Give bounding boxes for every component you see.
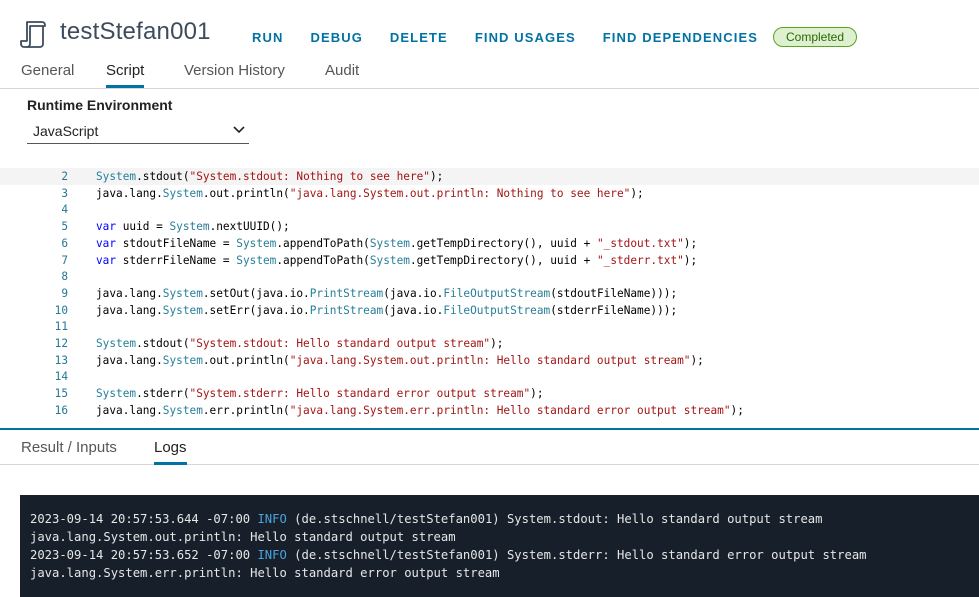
runtime-environment-select[interactable]: JavaScript	[27, 121, 249, 144]
code-text: var stderrFileName = System.appendToPath…	[96, 253, 698, 267]
tab-version-history[interactable]: Version History	[184, 62, 285, 85]
line-number: 13	[54, 353, 68, 367]
log-line: java.lang.System.err.println: Hello stan…	[30, 566, 500, 580]
line-number: 12	[54, 337, 68, 350]
tab-audit[interactable]: Audit	[325, 62, 359, 85]
code-text: java.lang.System.setErr(java.io.PrintStr…	[96, 303, 678, 317]
code-line: 3 java.lang.System.out.println("java.lang…	[0, 185, 979, 202]
code-text: java.lang.System.out.println("java.lang.…	[96, 186, 644, 200]
code-line: 2 System.stdout("System.stdout: Nothing t…	[0, 168, 979, 185]
code-line: 5 var uuid = System.nextUUID();	[0, 218, 979, 235]
code-line: 6 var stdoutFileName = System.appendToPat…	[0, 235, 979, 252]
code-line: 11	[0, 318, 979, 335]
code-line: 8	[0, 268, 979, 285]
line-number: 5	[61, 220, 68, 234]
log-line: java.lang.System.out.println: Hello stan…	[30, 530, 456, 544]
runtime-environment-label: Runtime Environment	[27, 97, 173, 113]
code-text: System.stderr("System.stderr: Hello stan…	[96, 387, 544, 401]
code-line: 4	[0, 201, 979, 218]
line-number: 8	[61, 270, 68, 284]
code-editor[interactable]: 2 System.stdout("System.stdout: Nothing t…	[0, 164, 979, 430]
line-number: 10	[54, 303, 68, 317]
tab-general[interactable]: General	[21, 62, 74, 85]
line-number: 16	[54, 403, 68, 417]
log-line: 2023-09-14 20:57:53.652 -07:00 INFO (de.…	[30, 548, 867, 562]
status-badge: Completed	[773, 27, 858, 47]
code-line: 15 System.stderr("System.stderr: Hello st…	[0, 385, 979, 402]
code-text: java.lang.System.err.println("java.lang.…	[96, 403, 744, 417]
line-number: 7	[61, 253, 68, 267]
code-text: java.lang.System.setOut(java.io.PrintStr…	[96, 286, 678, 300]
code-text: var uuid = System.nextUUID();	[96, 220, 290, 234]
code-text: java.lang.System.out.println("java.lang.…	[96, 353, 704, 367]
code-line: 10 java.lang.System.setErr(java.io.PrintS…	[0, 302, 979, 319]
delete-button[interactable]: DELETE	[390, 30, 448, 45]
code-text: System.stdout("System.stdout: Nothing to…	[96, 170, 444, 183]
debug-button[interactable]: DEBUG	[310, 30, 362, 45]
script-icon	[20, 21, 46, 48]
line-number: 2	[61, 170, 68, 183]
line-number: 11	[54, 320, 68, 334]
line-number: 3	[61, 186, 68, 200]
log-line: 2023-09-14 20:57:53.644 -07:00 INFO (de.…	[30, 512, 823, 526]
page-title: testStefan001	[60, 18, 211, 45]
code-line: 13 java.lang.System.out.println("java.lan…	[0, 352, 979, 369]
action-bar: RUN DEBUG DELETE FIND USAGES FIND DEPEND…	[252, 27, 858, 47]
main-tabs: General Script Version History Audit	[0, 57, 979, 89]
chevron-down-icon	[233, 126, 245, 134]
tab-logs[interactable]: Logs	[154, 439, 187, 465]
result-tabs: Result / Inputs Logs	[0, 430, 979, 465]
code-text: var stdoutFileName = System.appendToPath…	[96, 236, 698, 250]
tab-result-inputs[interactable]: Result / Inputs	[21, 439, 117, 462]
tab-script[interactable]: Script	[106, 62, 145, 88]
line-number: 15	[54, 387, 68, 401]
run-button[interactable]: RUN	[252, 30, 283, 45]
code-text: System.stdout("System.stdout: Hello stan…	[96, 337, 504, 350]
code-line: 12 System.stdout("System.stdout: Hello st…	[0, 335, 979, 352]
page-header: testStefan001 RUN DEBUG DELETE FIND USAG…	[0, 0, 979, 60]
log-panel: 2023-09-14 20:57:53.644 -07:00 INFO (de.…	[20, 495, 979, 597]
find-dependencies-button[interactable]: FIND DEPENDENCIES	[603, 30, 758, 45]
code-line: 9 java.lang.System.setOut(java.io.PrintSt…	[0, 285, 979, 302]
line-number: 6	[61, 236, 68, 250]
runtime-environment-value: JavaScript	[33, 123, 99, 139]
code-line: 7 var stderrFileName = System.appendToPat…	[0, 252, 979, 269]
find-usages-button[interactable]: FIND USAGES	[475, 30, 576, 45]
line-number: 4	[61, 203, 68, 217]
code-line: 16 java.lang.System.err.println("java.lan…	[0, 402, 979, 419]
line-number: 9	[61, 286, 68, 300]
code-line: 14	[0, 368, 979, 385]
line-number: 14	[54, 370, 68, 384]
